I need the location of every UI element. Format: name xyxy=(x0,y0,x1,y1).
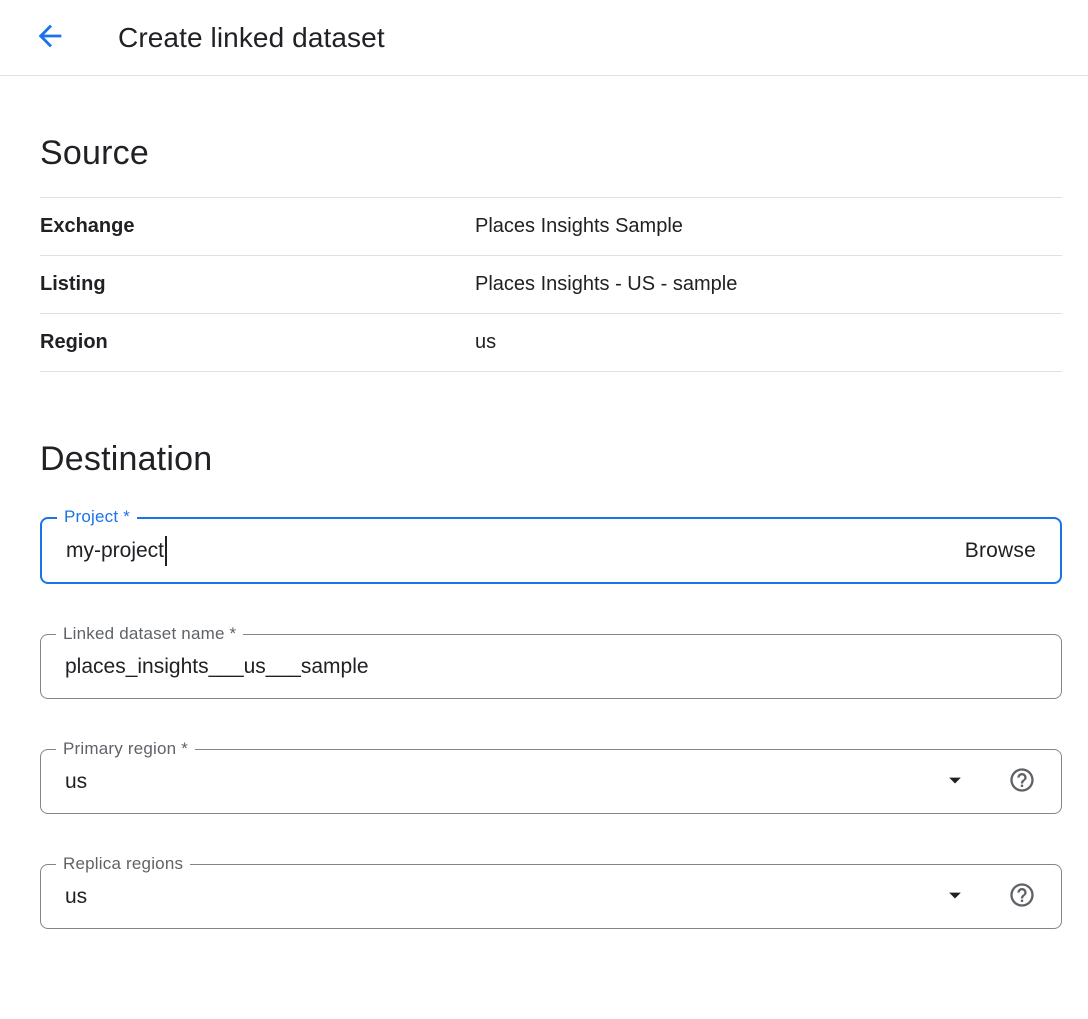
replica-regions-value: us xyxy=(65,885,87,909)
page-title: Create linked dataset xyxy=(118,22,385,54)
linked-dataset-name-field[interactable]: Linked dataset name * places_insights___… xyxy=(40,634,1062,699)
arrow-left-icon xyxy=(33,19,67,56)
main-content: Source Exchange Places Insights Sample L… xyxy=(0,134,1088,1019)
project-field-label: Project * xyxy=(57,507,137,527)
text-cursor xyxy=(165,536,167,566)
region-value: us xyxy=(475,331,496,354)
back-button[interactable] xyxy=(28,16,72,60)
primary-region-help-button[interactable] xyxy=(1007,767,1037,797)
project-field[interactable]: Project * my-project Browse xyxy=(40,517,1062,584)
source-table: Exchange Places Insights Sample Listing … xyxy=(40,197,1062,372)
help-circle-icon xyxy=(1008,766,1036,797)
primary-region-label: Primary region * xyxy=(56,739,195,759)
linked-dataset-name-value[interactable]: places_insights___us___sample xyxy=(65,655,369,679)
chevron-down-icon xyxy=(941,881,969,912)
primary-region-dropdown-button[interactable] xyxy=(941,768,969,796)
replica-regions-label: Replica regions xyxy=(56,854,190,874)
table-row-exchange: Exchange Places Insights Sample xyxy=(40,198,1062,256)
source-heading: Source xyxy=(40,134,1062,173)
help-circle-icon xyxy=(1008,881,1036,912)
table-row-listing: Listing Places Insights - US - sample xyxy=(40,256,1062,314)
region-label: Region xyxy=(40,331,475,354)
linked-dataset-name-label: Linked dataset name * xyxy=(56,624,243,644)
table-row-region: Region us xyxy=(40,314,1062,372)
chevron-down-icon xyxy=(941,766,969,797)
project-input-value[interactable]: my-project xyxy=(66,539,164,563)
primary-region-select[interactable]: Primary region * us xyxy=(40,749,1062,814)
create-linked-dataset-page: Create linked dataset Source Exchange Pl… xyxy=(0,0,1088,1019)
listing-value: Places Insights - US - sample xyxy=(475,273,737,296)
destination-heading: Destination xyxy=(40,440,1062,479)
replica-regions-select[interactable]: Replica regions us xyxy=(40,864,1062,929)
replica-regions-dropdown-button[interactable] xyxy=(941,883,969,911)
primary-region-value: us xyxy=(65,770,87,794)
exchange-label: Exchange xyxy=(40,215,475,238)
exchange-value: Places Insights Sample xyxy=(475,215,683,238)
replica-regions-help-button[interactable] xyxy=(1007,882,1037,912)
listing-label: Listing xyxy=(40,273,475,296)
browse-button[interactable]: Browse xyxy=(965,539,1036,563)
page-header: Create linked dataset xyxy=(0,0,1088,76)
